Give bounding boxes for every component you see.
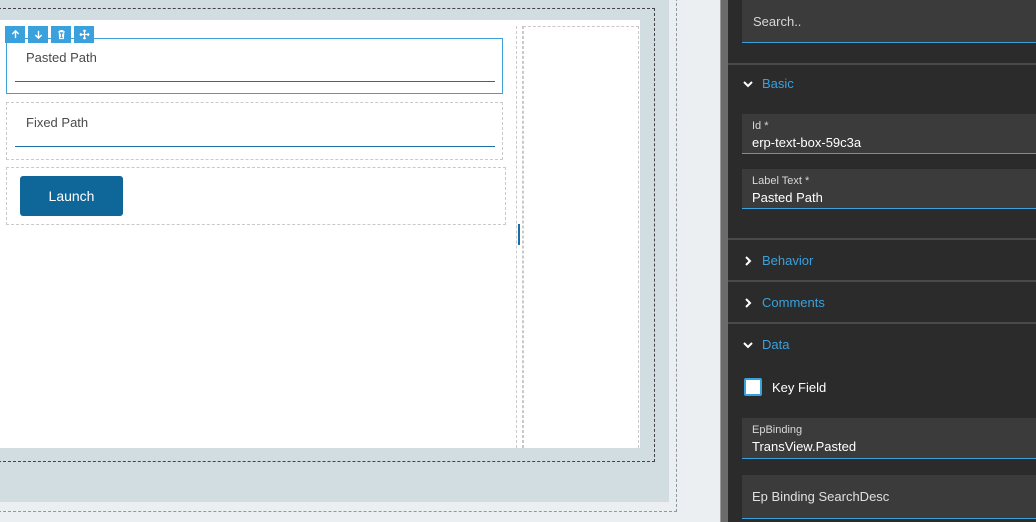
chevron-down-icon [743, 80, 753, 87]
section-header-comments[interactable]: Comments [742, 295, 825, 310]
section-title: Behavior [762, 253, 814, 268]
section-title: Data [762, 337, 790, 352]
move-down-button[interactable] [28, 26, 48, 43]
label-text-field[interactable]: Label Text * Pasted Path [742, 169, 1036, 209]
arrow-down-icon [34, 30, 42, 40]
property-search-box[interactable] [742, 0, 1036, 43]
chevron-right-icon [745, 297, 752, 308]
component-toolbar [5, 26, 94, 43]
section-divider [728, 280, 1036, 282]
label-text-field-value: Pasted Path [752, 190, 823, 205]
id-field[interactable]: Id * erp-text-box-59c3a [742, 114, 1036, 154]
field-label: Pasted Path [26, 50, 97, 65]
chevron-right-icon [745, 255, 752, 266]
section-divider [728, 63, 1036, 65]
section-header-behavior[interactable]: Behavior [742, 253, 813, 268]
key-field-checkbox[interactable] [744, 378, 762, 396]
field-underline [15, 81, 495, 82]
trash-icon [57, 30, 65, 40]
arrow-up-icon [11, 29, 19, 39]
section-header-data[interactable]: Data [742, 337, 789, 352]
chevron-down-icon [743, 341, 753, 348]
move-icon [78, 29, 90, 40]
label-text-field-label: Label Text * [752, 175, 810, 187]
ep-binding-label: EpBinding [752, 424, 803, 436]
move-up-button[interactable] [5, 26, 25, 43]
launch-button[interactable]: Launch [20, 176, 123, 216]
id-field-value: erp-text-box-59c3a [752, 135, 862, 150]
column-resize-handle[interactable] [518, 224, 520, 245]
key-field-label: Key Field [772, 379, 827, 395]
field-label: Fixed Path [26, 115, 89, 130]
field-underline [15, 146, 495, 147]
ep-binding-searchdesc-field[interactable]: Ep Binding SearchDesc [742, 475, 1036, 519]
section-header-basic[interactable]: Basic [742, 76, 794, 91]
panel-splitter[interactable] [720, 0, 728, 522]
drag-handle-button[interactable] [74, 26, 94, 43]
section-title: Basic [762, 76, 794, 91]
delete-button[interactable] [51, 26, 71, 43]
id-field-label: Id * [752, 120, 769, 132]
properties-panel: Basic Id * erp-text-box-59c3a Label Text… [728, 0, 1036, 522]
section-divider [728, 238, 1036, 240]
key-field-toggle[interactable]: Key Field [744, 378, 826, 396]
section-divider [728, 322, 1036, 324]
ep-binding-value: TransView.Pasted [752, 439, 857, 454]
ep-binding-field[interactable]: EpBinding TransView.Pasted [742, 418, 1036, 459]
ep-binding-searchdesc-placeholder: Ep Binding SearchDesc [752, 489, 890, 504]
design-canvas: Pasted Path Fixed Path Launch [0, 0, 720, 522]
property-search-input[interactable] [742, 0, 1036, 42]
section-title: Comments [762, 295, 825, 310]
right-column-cell[interactable] [523, 26, 639, 448]
fixed-path-textbox[interactable]: Fixed Path [6, 102, 503, 160]
pasted-path-textbox[interactable]: Pasted Path [6, 38, 503, 94]
